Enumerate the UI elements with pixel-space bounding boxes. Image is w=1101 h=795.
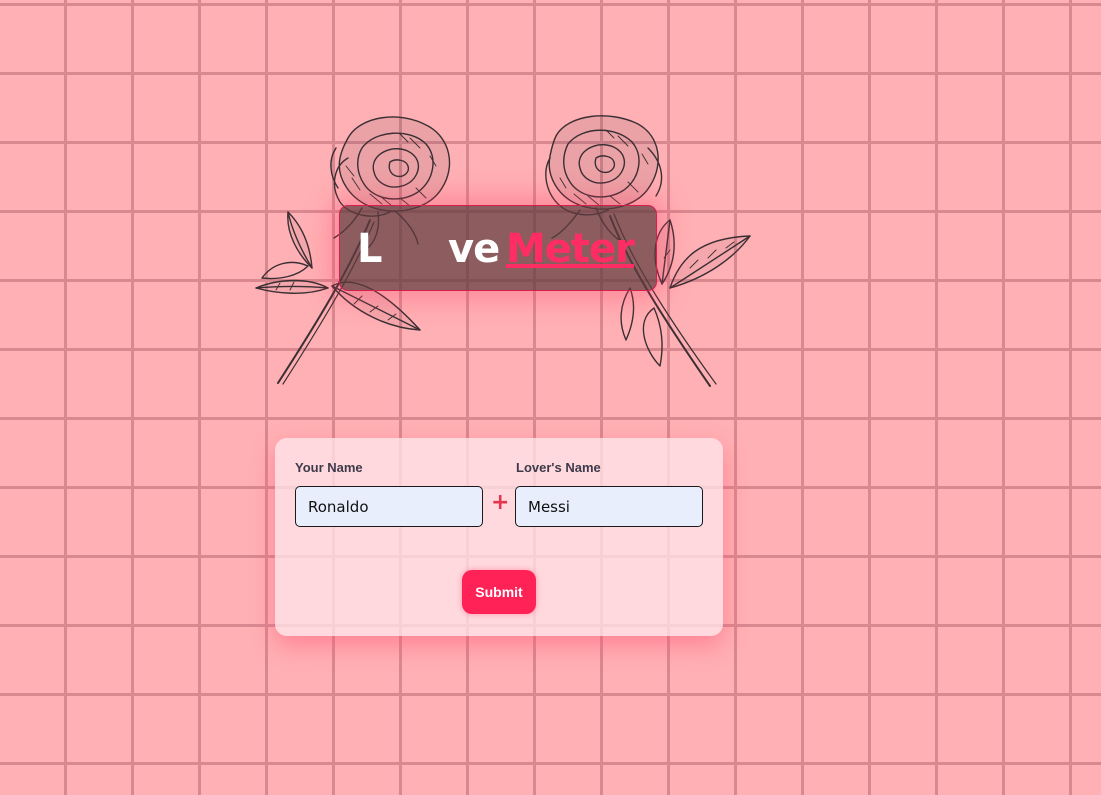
plus-icon: + bbox=[491, 490, 510, 515]
app-title-banner: L ve Meter bbox=[339, 205, 657, 291]
page-background: { "title": { "letter_l": "L", "letters_v… bbox=[0, 0, 1101, 795]
love-form-card: Your Name Lover's Name + Submit bbox=[275, 438, 723, 636]
title-meter: Meter bbox=[506, 226, 635, 272]
submit-button[interactable]: Submit bbox=[462, 570, 536, 614]
lover-name-input[interactable] bbox=[515, 486, 703, 527]
title-letter-l: L bbox=[357, 226, 383, 272]
lover-name-label: Lover's Name bbox=[516, 460, 601, 475]
title-letters-ve: ve bbox=[448, 226, 500, 272]
your-name-label: Your Name bbox=[295, 460, 363, 475]
your-name-input[interactable] bbox=[295, 486, 483, 527]
